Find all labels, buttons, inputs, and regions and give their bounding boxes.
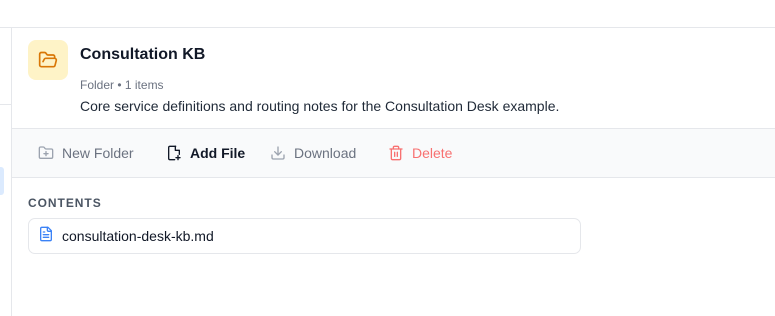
add-file-label: Add File — [190, 145, 246, 161]
folder-description: Core service definitions and routing not… — [80, 98, 560, 114]
download-icon — [270, 145, 286, 161]
download-button[interactable]: Download — [270, 129, 356, 177]
new-folder-label: New Folder — [62, 145, 134, 161]
folder-title: Consultation KB — [80, 46, 206, 63]
new-folder-button[interactable]: New Folder — [38, 129, 134, 177]
sidebar-divider — [0, 104, 11, 105]
file-name: consultation-desk-kb.md — [62, 228, 214, 244]
delete-label: Delete — [412, 145, 453, 161]
contents-heading: CONTENTS — [28, 196, 102, 210]
folder-meta: Folder • 1 items — [80, 78, 164, 92]
add-file-button[interactable]: Add File — [166, 129, 245, 177]
folder-toolbar: New Folder Add File Download Delete — [12, 129, 775, 178]
folder-header: Consultation KB Folder • 1 items Core se… — [12, 28, 775, 129]
folder-detail-page: Consultation KB Folder • 1 items Core se… — [0, 0, 775, 316]
top-bar — [0, 0, 775, 28]
file-text-icon — [38, 226, 54, 247]
list-item[interactable]: consultation-desk-kb.md — [28, 218, 581, 254]
delete-button[interactable]: Delete — [388, 129, 452, 177]
download-label: Download — [294, 145, 357, 161]
sidebar — [0, 28, 12, 316]
folder-open-icon — [28, 40, 68, 80]
folder-plus-icon — [38, 145, 54, 161]
trash-icon — [388, 145, 404, 161]
file-plus-icon — [166, 145, 182, 161]
sidebar-active-item[interactable] — [0, 167, 4, 195]
